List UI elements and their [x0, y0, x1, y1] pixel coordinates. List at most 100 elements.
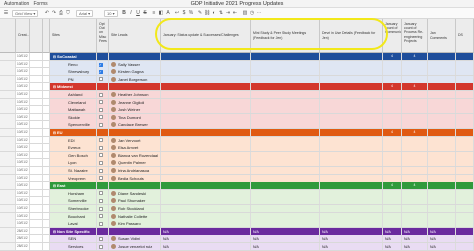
- optout-cell[interactable]: [97, 136, 109, 144]
- january-status-cell[interactable]: N/A: [161, 243, 251, 250]
- flag-cell[interactable]: [43, 159, 50, 167]
- unchecked-checkbox[interactable]: [98, 176, 103, 181]
- process-projects-cell[interactable]: N/A: [402, 227, 428, 235]
- flag-cell[interactable]: [43, 144, 50, 152]
- site-name-cell[interactable]: Sherbrooke: [50, 205, 97, 212]
- peer-study-cell[interactable]: N/A: [251, 227, 320, 235]
- jan-comments-cell[interactable]: [428, 68, 456, 76]
- row-number[interactable]: [0, 113, 16, 121]
- row-actions-cell[interactable]: [30, 235, 43, 243]
- bold-button[interactable]: B: [121, 10, 127, 17]
- ds-cell[interactable]: [456, 167, 474, 174]
- underline-button[interactable]: U: [135, 10, 141, 17]
- strikethrough-button[interactable]: S: [142, 10, 148, 17]
- flag-cell[interactable]: [43, 113, 50, 121]
- excel-usage-cell[interactable]: [320, 60, 383, 68]
- optout-cell[interactable]: [97, 106, 109, 114]
- row-number[interactable]: [0, 235, 16, 243]
- site-name-cell[interactable]: Bouchard: [50, 212, 97, 220]
- excel-usage-cell[interactable]: [320, 212, 383, 220]
- view-selector[interactable]: Grid View ▾: [12, 10, 39, 17]
- flag-cell[interactable]: [43, 151, 50, 159]
- row-number[interactable]: [0, 174, 16, 182]
- january-status-cell[interactable]: [161, 151, 251, 159]
- row-number[interactable]: [0, 243, 16, 250]
- group-name-cell[interactable]: ⊟EU: [50, 129, 97, 136]
- row-actions-cell[interactable]: [30, 189, 43, 197]
- row-number[interactable]: [0, 182, 16, 190]
- excel-usage-cell[interactable]: [320, 53, 383, 60]
- excel-usage-cell[interactable]: [320, 113, 383, 121]
- site-name-cell[interactable]: Horsham: [50, 189, 97, 197]
- process-projects-cell[interactable]: [402, 167, 428, 174]
- site-name-cell[interactable]: Laval: [50, 220, 97, 228]
- excel-usage-cell[interactable]: [320, 106, 383, 114]
- site-row[interactable]: 10/01/2 Vreoprem Bedia Schouts: [0, 174, 474, 183]
- process-projects-cell[interactable]: [402, 60, 428, 68]
- optout-cell[interactable]: [97, 113, 109, 121]
- peer-study-cell[interactable]: [251, 75, 320, 83]
- row-actions-cell[interactable]: [30, 68, 43, 76]
- january-status-cell[interactable]: [161, 159, 251, 167]
- flag-cell[interactable]: [43, 68, 50, 76]
- count-comm-cell[interactable]: 4: [383, 182, 402, 190]
- january-status-cell[interactable]: [161, 106, 251, 114]
- optout-cell[interactable]: [97, 197, 109, 205]
- site-name-cell[interactable]: St. Nazaire: [50, 167, 97, 174]
- ds-cell[interactable]: [456, 227, 474, 235]
- jan-comments-header[interactable]: Jan Comments: [428, 19, 456, 53]
- ds-cell[interactable]: [456, 121, 474, 129]
- optout-cell[interactable]: [97, 205, 109, 212]
- indent-icon[interactable]: ⇥: [225, 10, 231, 17]
- unchecked-checkbox[interactable]: [98, 214, 103, 219]
- site-name-cell[interactable]: Skokie: [50, 113, 97, 121]
- site-row[interactable]: 10/01/2 Mattawah Josh Weiner: [0, 106, 474, 114]
- row-actions-cell[interactable]: [30, 220, 43, 228]
- attachment-header[interactable]: [30, 19, 43, 53]
- site-row[interactable]: 10/01/2 Gen Bosch Bianca van Rozendaal: [0, 151, 474, 160]
- site-name-cell[interactable]: Evreux: [50, 144, 97, 152]
- site-row[interactable]: 10/01/2 Evreux Elsa Arnvet: [0, 144, 474, 152]
- ds-header[interactable]: DS: [456, 19, 474, 53]
- ds-cell[interactable]: [456, 182, 474, 190]
- outdent-icon[interactable]: ⇤: [232, 10, 238, 17]
- optout-cell[interactable]: [97, 227, 109, 235]
- site-name-cell[interactable]: PN: [50, 75, 97, 83]
- unchecked-checkbox[interactable]: [98, 198, 103, 203]
- optout-cell[interactable]: [97, 83, 109, 91]
- optout-cell[interactable]: ✓: [97, 68, 109, 76]
- optout-cell[interactable]: [97, 53, 109, 60]
- jan-comments-cell[interactable]: [428, 113, 456, 121]
- site-lead-cell[interactable]: Kim Passaro: [109, 220, 161, 228]
- flag-cell[interactable]: [43, 243, 50, 250]
- ds-cell[interactable]: [456, 205, 474, 212]
- process-projects-cell[interactable]: [402, 197, 428, 205]
- peer-study-cell[interactable]: [251, 121, 320, 129]
- count-comm-cell[interactable]: [383, 197, 402, 205]
- jan-comments-cell[interactable]: N/A: [428, 243, 456, 250]
- site-name-cell[interactable]: Gen Bosch: [50, 151, 97, 159]
- process-projects-cell[interactable]: 4: [402, 182, 428, 190]
- more-icon[interactable]: ⋯: [256, 10, 262, 17]
- optout-cell[interactable]: [97, 220, 109, 228]
- row-actions-cell[interactable]: [30, 83, 43, 91]
- row-number[interactable]: [0, 121, 16, 129]
- ds-cell[interactable]: [456, 174, 474, 182]
- site-row[interactable]: 10/01/2 Reno ✓ Sally Vasser: [0, 60, 474, 69]
- site-row[interactable]: 10/01/2 Lyon Quentin Palmer: [0, 159, 474, 167]
- peer-study-cell[interactable]: [251, 91, 320, 98]
- site-name-cell[interactable]: Cleveland: [50, 98, 97, 106]
- jan-comments-cell[interactable]: [428, 205, 456, 212]
- site-name-cell[interactable]: Services: [50, 243, 97, 250]
- unchecked-checkbox[interactable]: [98, 138, 103, 143]
- optout-cell[interactable]: [97, 182, 109, 190]
- group-name-cell[interactable]: ⊟SoCoastal: [50, 53, 97, 60]
- site-lead-cell[interactable]: Janet Borgerson: [109, 75, 161, 83]
- peer-study-cell[interactable]: [251, 60, 320, 68]
- font-size-select[interactable]: 10 ▾: [104, 10, 118, 17]
- group-row[interactable]: 28/01/2 ⊟Non Site Specific N/A N/A N/A N/A N/A…: [0, 227, 474, 236]
- flag-cell[interactable]: [43, 235, 50, 243]
- site-row[interactable]: 10/01/2 Somerville Paul Shumaker: [0, 197, 474, 205]
- peer-study-cell[interactable]: [251, 159, 320, 167]
- ds-cell[interactable]: [456, 189, 474, 197]
